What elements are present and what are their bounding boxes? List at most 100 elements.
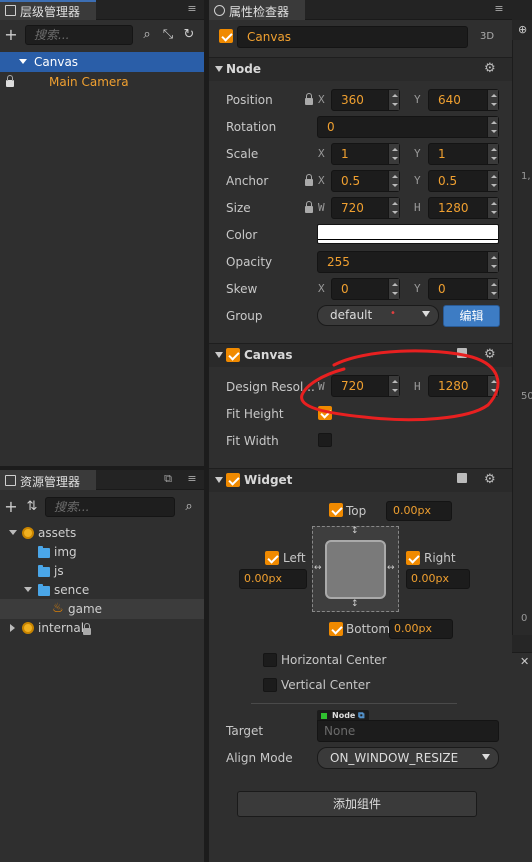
tab-inspector[interactable]: 属性检查器	[209, 0, 305, 20]
sort-icon[interactable]: ⇅	[24, 499, 40, 515]
arrow-left-icon: ↔	[314, 563, 322, 573]
bottom-offset-input[interactable]: 0.00px	[389, 619, 453, 639]
asset-item-assets[interactable]: assets	[0, 523, 204, 543]
asset-label: internal	[38, 621, 85, 635]
section-title: Widget	[244, 473, 293, 487]
canvas-enabled-checkbox[interactable]	[226, 348, 240, 362]
lock-icon[interactable]	[305, 174, 313, 186]
add-node-icon[interactable]: +	[3, 27, 19, 43]
asset-item-js[interactable]: js	[0, 561, 204, 581]
size-h-input[interactable]: 1280	[428, 197, 499, 219]
left-align-checkbox[interactable]	[265, 551, 279, 565]
spinner[interactable]	[487, 90, 498, 110]
widget-section-header[interactable]: Widget ⚙	[209, 468, 512, 492]
inspector-menu-icon[interactable]: ≡	[493, 3, 505, 15]
widget-enabled-checkbox[interactable]	[226, 473, 240, 487]
expand-icon[interactable]	[9, 530, 17, 535]
group-select[interactable]: default •	[317, 305, 439, 326]
expand-icon[interactable]	[10, 624, 15, 632]
spinner[interactable]	[487, 279, 498, 299]
settings-gear-icon[interactable]: ⚙	[484, 472, 496, 487]
axis-y-label: Y	[414, 93, 421, 106]
lock-icon[interactable]	[305, 93, 313, 105]
3d-toggle[interactable]: 3D	[480, 31, 494, 42]
settings-gear-icon[interactable]: ⚙	[484, 61, 496, 76]
scale-x-input[interactable]: 1	[331, 143, 400, 165]
node-type-dot	[321, 713, 327, 719]
position-x-input[interactable]: 360	[331, 89, 400, 111]
popout-icon[interactable]: ⧉	[162, 473, 174, 485]
asset-item-game[interactable]: ♨ game	[0, 599, 204, 619]
align-mode-select[interactable]: ON_WINDOW_RESIZE	[317, 747, 499, 769]
assets-icon	[5, 475, 16, 486]
scale-y-input[interactable]: 1	[428, 143, 499, 165]
position-y-input[interactable]: 640	[428, 89, 499, 111]
refresh-icon[interactable]: ↻	[181, 27, 197, 43]
add-component-button[interactable]: 添加组件	[237, 791, 477, 817]
asset-item-internal[interactable]: internal	[0, 618, 204, 638]
arrow-bottom-icon: ↕	[351, 599, 359, 609]
size-w-input[interactable]: 720	[331, 197, 400, 219]
zoom-icon[interactable]: ⊕	[518, 23, 527, 36]
spinner[interactable]	[487, 171, 498, 191]
expand-icon[interactable]	[24, 587, 32, 592]
asset-item-img[interactable]: img	[0, 542, 204, 562]
spinner[interactable]	[388, 198, 399, 218]
top-align-checkbox[interactable]	[329, 503, 343, 517]
spinner[interactable]	[487, 252, 498, 272]
lock-icon[interactable]	[305, 201, 313, 213]
horizontal-center-checkbox[interactable]	[263, 653, 277, 667]
spinner[interactable]	[487, 198, 498, 218]
target-input[interactable]: None	[317, 720, 499, 742]
anchor-y-input[interactable]: 0.5	[428, 170, 499, 192]
node-active-checkbox[interactable]	[219, 29, 233, 43]
lock-icon[interactable]	[6, 75, 14, 87]
collapse-icon[interactable]	[215, 477, 223, 483]
tree-node-main-camera[interactable]: Main Camera	[0, 72, 204, 92]
hierarchy-menu-icon[interactable]: ≡	[186, 3, 198, 15]
close-icon[interactable]: ✕	[520, 655, 529, 668]
tab-assets[interactable]: 资源管理器	[0, 470, 96, 490]
bottom-align-checkbox[interactable]	[329, 622, 343, 636]
asset-item-sence[interactable]: sence	[0, 580, 204, 600]
opacity-input[interactable]: 255	[317, 251, 499, 273]
rotation-input[interactable]: 0	[317, 116, 499, 138]
assets-search-input[interactable]: 搜索...	[45, 497, 175, 517]
spinner[interactable]	[388, 144, 399, 164]
edit-group-button[interactable]: 编辑	[443, 305, 500, 327]
assets-panel: 资源管理器 ⧉ ≡ + ⇅ 搜索... ⌕ assets img js senc…	[0, 470, 204, 862]
spinner[interactable]	[388, 279, 399, 299]
collapse-icon[interactable]	[215, 352, 223, 358]
collapse-icon[interactable]: ⤡	[160, 27, 176, 43]
vertical-center-checkbox[interactable]	[263, 678, 277, 692]
node-section-header[interactable]: Node ⚙	[209, 57, 512, 81]
spinner[interactable]	[487, 117, 498, 137]
spinner[interactable]	[388, 90, 399, 110]
collapse-icon[interactable]	[215, 66, 223, 72]
assets-menu-icon[interactable]: ≡	[186, 473, 198, 485]
spinner[interactable]	[487, 144, 498, 164]
left-offset-input[interactable]: 0.00px	[239, 569, 307, 589]
tree-node-canvas[interactable]: Canvas	[0, 52, 204, 72]
top-offset-input[interactable]: 0.00px	[386, 501, 452, 521]
fit-width-checkbox[interactable]	[318, 433, 332, 447]
search-icon[interactable]: ⌕	[181, 499, 197, 515]
search-icon[interactable]: ⌕	[139, 27, 155, 43]
book-icon[interactable]	[457, 473, 467, 483]
asset-label: sence	[54, 583, 90, 597]
skew-x-input[interactable]: 0	[331, 278, 400, 300]
tab-hierarchy[interactable]: 层级管理器	[0, 0, 96, 20]
spinner[interactable]	[388, 171, 399, 191]
skew-y-input[interactable]: 0	[428, 278, 499, 300]
hierarchy-search-input[interactable]: 搜索...	[25, 25, 133, 45]
add-asset-icon[interactable]: +	[3, 499, 19, 515]
right-offset-input[interactable]: 0.00px	[406, 569, 470, 589]
group-label: Group	[226, 309, 263, 323]
node-name-input[interactable]: Canvas	[237, 26, 468, 48]
anchor-x-input[interactable]: 0.5	[331, 170, 400, 192]
color-swatch[interactable]	[317, 224, 499, 244]
right-align-checkbox[interactable]	[406, 551, 420, 565]
tab-hierarchy-label: 层级管理器	[20, 5, 81, 19]
expand-icon[interactable]	[19, 59, 27, 64]
opacity-label: Opacity	[226, 255, 273, 269]
